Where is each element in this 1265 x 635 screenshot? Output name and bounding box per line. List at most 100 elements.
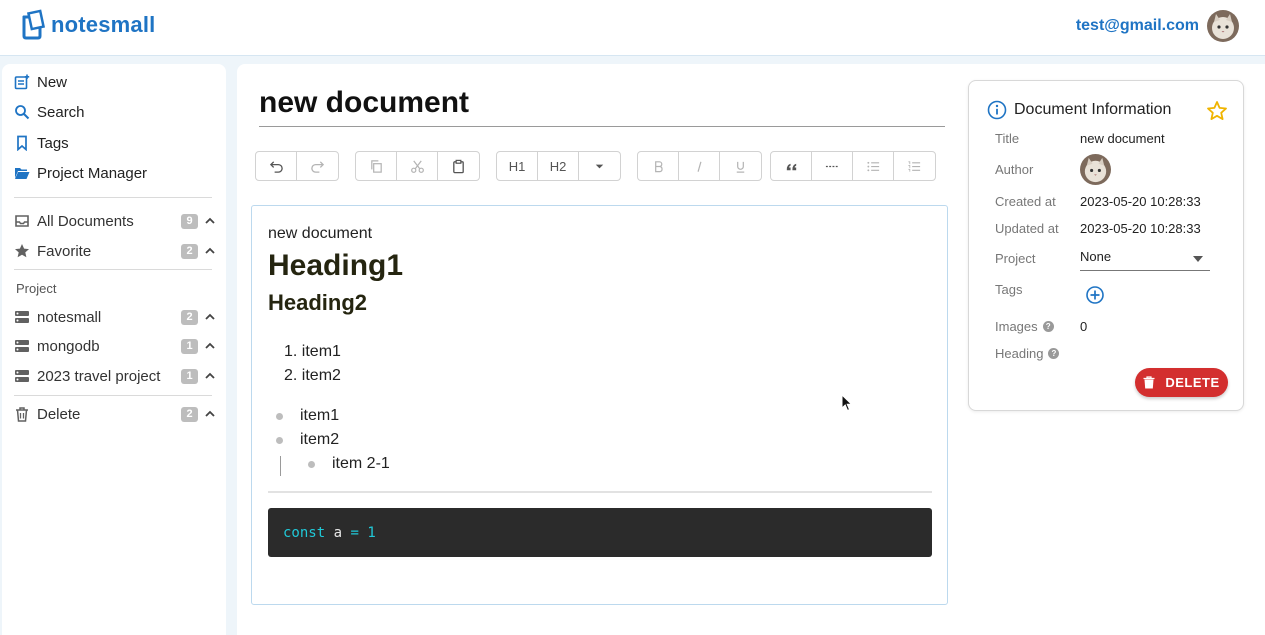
block-toolbar-group bbox=[770, 151, 936, 181]
heading2-button[interactable]: H2 bbox=[538, 152, 579, 180]
sidebar-item-project-mongodb[interactable]: mongodb 1 bbox=[14, 334, 216, 358]
help-icon[interactable]: ? bbox=[1042, 321, 1054, 332]
info-value-created: 2023-05-20 10:28:33 bbox=[1080, 194, 1201, 209]
redo-icon bbox=[311, 160, 325, 173]
trash-icon bbox=[1143, 376, 1155, 389]
bullet-list-item-text: item1 bbox=[300, 407, 340, 424]
chevron-up-icon[interactable] bbox=[204, 370, 216, 382]
bullet-list-item: item2 bbox=[276, 431, 339, 449]
new-note-icon bbox=[14, 74, 30, 90]
ordered-list-button[interactable] bbox=[894, 152, 935, 180]
clipboard-icon bbox=[453, 159, 464, 173]
chevron-up-icon[interactable] bbox=[204, 311, 216, 323]
delete-document-button[interactable]: DELETE bbox=[1135, 368, 1228, 397]
sidebar-item-delete[interactable]: Delete 2 bbox=[14, 402, 216, 426]
info-label-updated: Updated at bbox=[995, 221, 1059, 236]
bullet-dot bbox=[276, 412, 283, 420]
sidebar-item-project-notesmall[interactable]: notesmall 2 bbox=[14, 305, 216, 329]
sidebar-item-tags[interactable]: Tags bbox=[14, 131, 69, 155]
count-badge: 9 bbox=[181, 213, 198, 229]
heading1-button[interactable]: H1 bbox=[497, 152, 538, 180]
sidebar-item-new[interactable]: New bbox=[14, 70, 67, 94]
ordered-list-icon bbox=[908, 160, 921, 172]
delete-button-label: DELETE bbox=[1165, 375, 1220, 390]
chevron-up-icon[interactable] bbox=[204, 408, 216, 420]
sidebar-item-project-travel[interactable]: 2023 travel project 1 bbox=[14, 364, 216, 388]
code-value: 1 bbox=[367, 525, 376, 541]
author-avatar bbox=[1080, 154, 1111, 185]
user-avatar[interactable] bbox=[1207, 10, 1239, 42]
sidebar-divider bbox=[14, 395, 212, 396]
caret-down-icon bbox=[595, 164, 604, 168]
copy-button[interactable] bbox=[356, 152, 397, 180]
app-name: notesmall bbox=[51, 12, 156, 37]
undo-button[interactable] bbox=[256, 152, 297, 180]
count-badge: 2 bbox=[181, 309, 198, 325]
italic-icon bbox=[697, 161, 701, 172]
code-block[interactable]: const a = 1 bbox=[268, 508, 932, 557]
chevron-up-icon[interactable] bbox=[204, 215, 216, 227]
mouse-cursor-icon bbox=[841, 394, 853, 412]
sidebar-item-all-documents[interactable]: All Documents 9 bbox=[14, 209, 216, 233]
copy-icon bbox=[370, 159, 382, 173]
bold-icon bbox=[654, 160, 663, 172]
project-select-value: None bbox=[1080, 249, 1112, 264]
bold-button[interactable] bbox=[638, 152, 679, 180]
chevron-up-icon[interactable] bbox=[204, 245, 216, 257]
info-value-images: 0 bbox=[1080, 319, 1088, 334]
sidebar-item-label: Project Manager bbox=[37, 164, 148, 182]
app-header: notesmall test@gmail.com bbox=[0, 0, 1265, 56]
heading-dropdown-button[interactable] bbox=[579, 152, 620, 180]
help-icon[interactable]: ? bbox=[1048, 348, 1060, 359]
notebook-logo-icon bbox=[22, 9, 46, 40]
sidebar-item-label: Delete bbox=[37, 405, 81, 423]
app-logo[interactable]: notesmall bbox=[18, 9, 156, 41]
sidebar-item-label: notesmall bbox=[37, 308, 102, 326]
blockquote-button[interactable] bbox=[771, 152, 812, 180]
scissors-icon bbox=[410, 160, 424, 173]
bullet-list-item-text: item2 bbox=[300, 431, 340, 448]
chevron-up-icon[interactable] bbox=[204, 340, 216, 352]
user-menu[interactable]: test@gmail.com bbox=[1076, 10, 1239, 42]
italic-button[interactable] bbox=[679, 152, 720, 180]
clipboard-toolbar-group bbox=[355, 151, 480, 181]
ordered-list-item: 1. item1 bbox=[284, 343, 341, 360]
user-email: test@gmail.com bbox=[1075, 17, 1199, 34]
info-card-title: Document Information bbox=[1014, 101, 1172, 118]
sidebar-item-favorite[interactable]: Favorite 2 bbox=[14, 239, 216, 263]
sidebar-divider bbox=[14, 197, 212, 198]
info-label-heading-text: Heading bbox=[995, 346, 1044, 361]
editor-paragraph: new document bbox=[268, 225, 373, 242]
count-badge: 2 bbox=[181, 243, 198, 259]
editor-heading2: Heading2 bbox=[268, 290, 368, 315]
cut-button[interactable] bbox=[397, 152, 438, 180]
info-label-author: Author bbox=[995, 162, 1034, 177]
bullet-dot bbox=[276, 436, 283, 444]
editor-heading1: Heading1 bbox=[268, 249, 404, 282]
bullet-list-button[interactable] bbox=[853, 152, 894, 180]
info-label-heading: Heading ? bbox=[995, 346, 1060, 361]
underline-button[interactable] bbox=[720, 152, 761, 180]
document-title-input[interactable]: new document bbox=[259, 84, 945, 127]
count-badge: 1 bbox=[181, 338, 198, 354]
ordered-list-item: 2. item2 bbox=[284, 367, 341, 384]
sidebar-item-label: mongodb bbox=[37, 337, 100, 355]
sidebar-item-label: New bbox=[37, 73, 68, 91]
add-tag-icon[interactable] bbox=[1085, 285, 1105, 305]
heading-toolbar-group: H1 H2 bbox=[496, 151, 621, 181]
info-icon bbox=[987, 100, 1007, 120]
count-badge: 2 bbox=[181, 406, 198, 422]
format-toolbar-group bbox=[637, 151, 762, 181]
paste-button[interactable] bbox=[438, 152, 479, 180]
sidebar-item-project-manager[interactable]: Project Manager bbox=[14, 161, 147, 185]
trash-icon bbox=[16, 407, 28, 422]
sidebar-item-label: Search bbox=[37, 103, 85, 121]
bullet-list-item-text: item 2-1 bbox=[332, 455, 390, 472]
horizontal-rule-button[interactable] bbox=[812, 152, 853, 180]
favorite-star-icon[interactable] bbox=[1206, 100, 1228, 122]
bullet-dot bbox=[308, 460, 315, 468]
redo-button[interactable] bbox=[297, 152, 338, 180]
sidebar-item-search[interactable]: Search bbox=[14, 100, 85, 124]
horizontal-rule bbox=[268, 491, 932, 493]
project-select[interactable]: None bbox=[1080, 249, 1210, 271]
